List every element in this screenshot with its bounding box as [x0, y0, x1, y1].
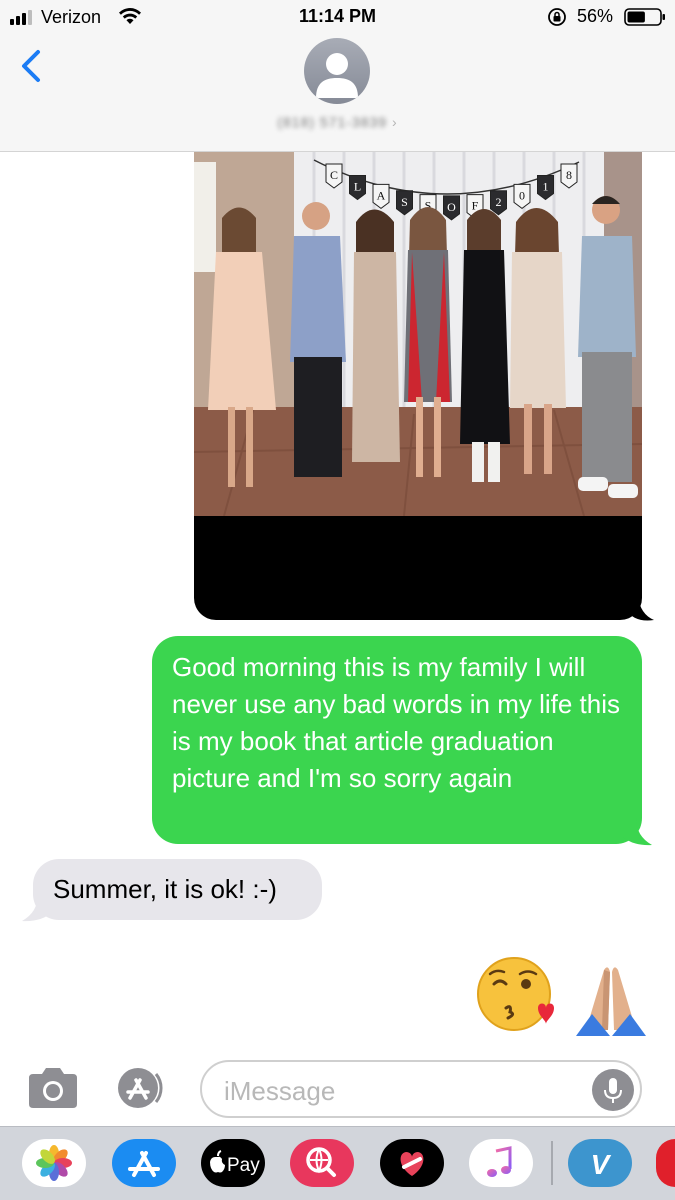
incoming-message-text: Summer, it is ok! :-)	[53, 874, 277, 904]
venmo-icon: V	[591, 1149, 612, 1180]
web-search-icon	[306, 1147, 336, 1177]
banner-letter: 1	[543, 179, 549, 193]
photos-app-button[interactable]	[22, 1139, 86, 1187]
digital-touch-app-button[interactable]	[380, 1139, 444, 1187]
outgoing-message-bubble[interactable]: Good morning this is my family I will ne…	[152, 636, 642, 844]
folded-hands-icon	[576, 967, 646, 1036]
app-store-icon	[118, 1068, 163, 1108]
banner-letter: 2	[496, 195, 502, 209]
camera-button[interactable]	[26, 1066, 80, 1110]
photos-app-icon	[36, 1145, 72, 1181]
app-store-app-button[interactable]	[112, 1139, 176, 1187]
venmo-app-button[interactable]: V	[568, 1139, 632, 1187]
contact-phone-text: (818) 571-3839	[277, 114, 388, 130]
banner-flag: S	[396, 190, 413, 216]
microphone-button[interactable]	[592, 1069, 634, 1111]
web-search-app-button[interactable]	[290, 1139, 354, 1187]
battery-icon	[624, 8, 665, 26]
photo-message[interactable]: CLASSOF2018	[194, 152, 642, 620]
outgoing-bubble-tail	[622, 818, 652, 846]
chevron-right-icon: ›	[391, 114, 398, 130]
venmo-label: V	[591, 1149, 612, 1180]
app-store-drawer-button[interactable]	[114, 1066, 168, 1110]
banner-flag: A	[372, 183, 390, 210]
imessage-input[interactable]: iMessage	[200, 1060, 642, 1118]
banner-letter: S	[401, 195, 408, 209]
imessage-placeholder: iMessage	[224, 1076, 336, 1106]
banner-flag: 0	[513, 183, 531, 210]
contact-phone-number[interactable]: (818) 571-3839 ›	[0, 114, 675, 130]
banner-letter: A	[377, 188, 386, 202]
banner-letter: 0	[519, 188, 525, 202]
more-app-button[interactable]	[656, 1139, 675, 1187]
battery-percentage: 56%	[577, 6, 614, 26]
status-bar: Verizon 11:14 PM 56%	[0, 0, 675, 36]
kissing-face-icon	[477, 957, 554, 1031]
incoming-bubble-tail	[22, 894, 52, 922]
banner-flag: O	[443, 195, 460, 221]
family-graduation-photo: CLA S S O F 2 018	[194, 152, 642, 517]
person-silhouette-icon	[316, 53, 358, 98]
banner-letter: 8	[566, 168, 572, 182]
apple-pay-icon: Pay	[210, 1150, 260, 1176]
apple-pay-label: Pay	[227, 1155, 260, 1176]
banner-flag: 8	[560, 163, 578, 189]
drawer-divider	[551, 1141, 553, 1185]
banner-letter: O	[447, 200, 456, 214]
banner-letter: L	[354, 179, 361, 193]
banner-flag: 1	[537, 174, 554, 201]
banner-flag: L	[349, 174, 366, 201]
apple-pay-app-button[interactable]: Pay	[201, 1139, 265, 1187]
emoji-message[interactable]	[476, 956, 646, 1036]
incoming-message-bubble[interactable]: Summer, it is ok! :-)	[33, 859, 322, 920]
orientation-lock-icon	[548, 8, 566, 26]
microphone-icon	[604, 1078, 622, 1103]
imessage-app-drawer: Pay V	[0, 1126, 675, 1200]
back-button[interactable]	[14, 46, 50, 86]
music-app-button[interactable]	[469, 1139, 533, 1187]
outgoing-message-text: Good morning this is my family I will ne…	[172, 652, 620, 793]
app-store-icon	[128, 1151, 160, 1177]
banner-letter: F	[472, 199, 479, 213]
banner-flag: 2	[490, 190, 507, 216]
clock: 11:14 PM	[298, 6, 377, 26]
digital-touch-icon	[400, 1152, 424, 1176]
photo-bubble-tail	[632, 596, 654, 621]
conversation-header: Verizon 11:14 PM 56% (818) 571-3839 ›	[0, 0, 675, 152]
banner-letter: C	[330, 168, 338, 182]
camera-icon	[29, 1068, 77, 1108]
contact-avatar[interactable]	[304, 38, 370, 104]
music-icon	[487, 1146, 512, 1177]
banner-flag: C	[325, 163, 343, 189]
